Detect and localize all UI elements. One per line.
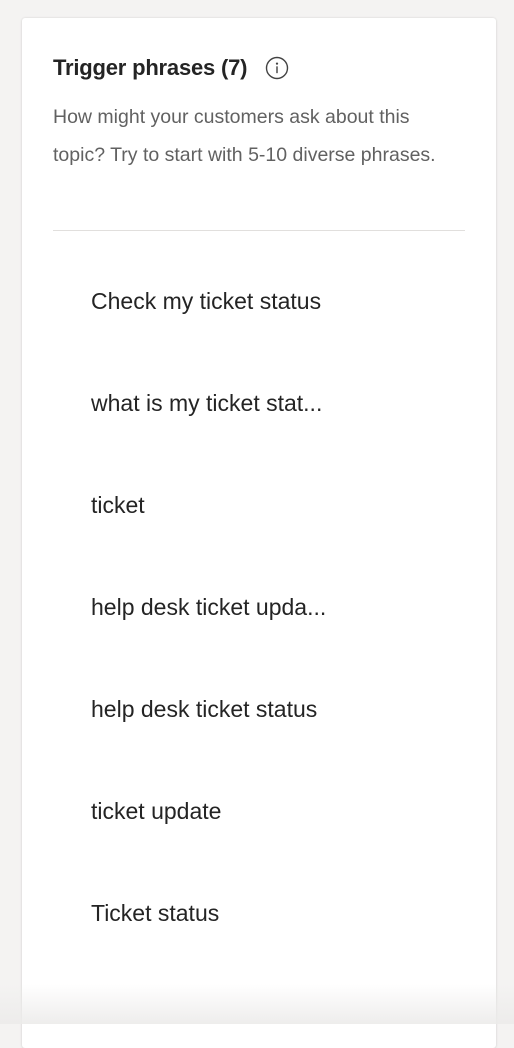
phrase-item[interactable]: help desk ticket upda... — [22, 556, 496, 658]
phrase-item[interactable]: help desk ticket status — [22, 658, 496, 760]
phrase-item[interactable]: Check my ticket status — [22, 250, 496, 352]
phrase-label: Check my ticket status — [91, 288, 321, 315]
panel-description: How might your customers ask about this … — [53, 98, 463, 174]
trigger-phrases-panel: Trigger phrases (7) How might your custo… — [22, 18, 496, 1048]
phrase-item[interactable]: ticket update — [22, 760, 496, 862]
phrase-label: what is my ticket stat... — [91, 390, 322, 417]
panel-header: Trigger phrases (7) — [53, 55, 289, 81]
phrase-label: ticket — [91, 492, 145, 519]
phrase-label: help desk ticket status — [91, 696, 317, 723]
divider — [53, 230, 465, 231]
phrase-list: Check my ticket status what is my ticket… — [22, 250, 496, 964]
phrase-label: Ticket status — [91, 900, 219, 927]
panel-title: Trigger phrases (7) — [53, 55, 247, 81]
info-icon[interactable] — [265, 56, 289, 80]
phrase-label: ticket update — [91, 798, 221, 825]
phrase-label: help desk ticket upda... — [91, 594, 326, 621]
phrase-item[interactable]: Ticket status — [22, 862, 496, 964]
phrase-item[interactable]: what is my ticket stat... — [22, 352, 496, 454]
phrase-item[interactable]: ticket — [22, 454, 496, 556]
